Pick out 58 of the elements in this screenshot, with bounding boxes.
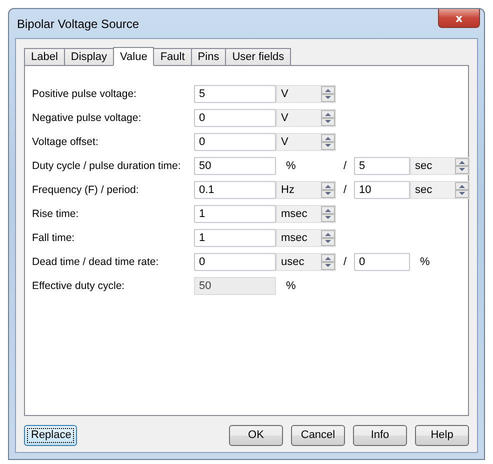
spinner-icon[interactable] bbox=[321, 254, 335, 270]
spinner-icon[interactable] bbox=[321, 206, 335, 222]
spinner-icon[interactable] bbox=[321, 182, 335, 198]
field-label: Positive pulse voltage: bbox=[32, 88, 138, 100]
tab[interactable]: Label bbox=[24, 48, 65, 65]
unit-label: % bbox=[285, 160, 297, 172]
field-label: Fall time: bbox=[32, 232, 76, 244]
value-field[interactable]: 0.1 bbox=[194, 181, 276, 199]
unit-selector[interactable]: usec bbox=[276, 253, 336, 271]
replace-button[interactable]: Replace bbox=[24, 424, 77, 446]
field-label: Rise time: bbox=[32, 208, 80, 220]
value-field[interactable]: 1 bbox=[194, 229, 276, 247]
unit-label: % bbox=[285, 280, 297, 292]
unit-selector[interactable]: msec bbox=[276, 205, 336, 223]
tab[interactable]: Fault bbox=[153, 48, 192, 65]
value-field[interactable]: 10 bbox=[354, 181, 410, 199]
value-field[interactable]: 50 bbox=[194, 157, 276, 175]
field-label: Dead time / dead time rate: bbox=[32, 256, 160, 268]
value-field[interactable]: 0 bbox=[194, 109, 276, 127]
value-field[interactable]: 1 bbox=[194, 205, 276, 223]
field-label: Effective duty cycle: bbox=[32, 280, 126, 292]
tab[interactable]: Value bbox=[113, 47, 154, 66]
spinner-icon[interactable] bbox=[321, 230, 335, 246]
dialog-button[interactable]: Info bbox=[353, 424, 407, 446]
unit-selector[interactable]: sec bbox=[410, 157, 470, 175]
dialog-button[interactable]: OK bbox=[229, 424, 283, 446]
separator-slash: / bbox=[342, 184, 348, 196]
separator-slash: / bbox=[342, 256, 348, 268]
tab[interactable]: Pins bbox=[190, 48, 226, 65]
tab[interactable]: Display bbox=[64, 48, 114, 65]
field-label: Voltage offset: bbox=[32, 136, 100, 148]
dialog-button[interactable]: Cancel bbox=[291, 424, 345, 446]
unit-selector[interactable]: msec bbox=[276, 229, 336, 247]
close-button[interactable]: x bbox=[438, 9, 480, 28]
field-label: Negative pulse voltage: bbox=[32, 112, 142, 124]
field-label: Duty cycle / pulse duration time: bbox=[32, 160, 182, 172]
unit-selector[interactable]: sec bbox=[410, 181, 470, 199]
field-label: Frequency (F) / period: bbox=[32, 184, 140, 196]
tab[interactable]: User fields bbox=[225, 48, 292, 65]
unit-selector[interactable]: V bbox=[276, 109, 336, 127]
value-field[interactable]: 0 bbox=[354, 253, 410, 271]
spinner-icon[interactable] bbox=[321, 86, 335, 102]
spinner-icon[interactable] bbox=[455, 158, 469, 174]
separator-slash: / bbox=[342, 160, 348, 172]
value-field[interactable]: 5 bbox=[194, 85, 276, 103]
spinner-icon[interactable] bbox=[321, 110, 335, 126]
computed-value: 50 bbox=[194, 277, 276, 295]
unit-selector[interactable]: V bbox=[276, 85, 336, 103]
window-title: Bipolar Voltage Source bbox=[16, 16, 140, 30]
spinner-icon[interactable] bbox=[455, 182, 469, 198]
unit-selector[interactable]: V bbox=[276, 133, 336, 151]
value-field[interactable]: 0 bbox=[194, 133, 276, 151]
spinner-icon[interactable] bbox=[321, 134, 335, 150]
unit-selector[interactable]: Hz bbox=[276, 181, 336, 199]
value-field[interactable]: 0 bbox=[194, 253, 276, 271]
value-field[interactable]: 5 bbox=[354, 157, 410, 175]
unit-label: % bbox=[419, 256, 431, 268]
dialog-button[interactable]: Help bbox=[415, 424, 469, 446]
